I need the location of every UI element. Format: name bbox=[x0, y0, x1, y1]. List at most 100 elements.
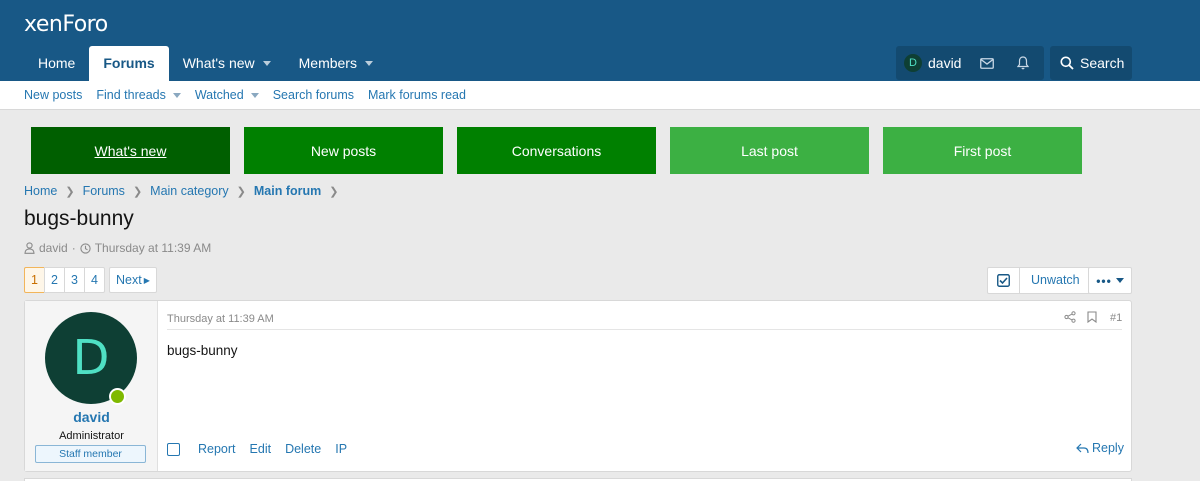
subnav-watched[interactable]: Watched bbox=[195, 88, 259, 102]
nav-tab-home[interactable]: Home bbox=[24, 46, 89, 81]
chevron-right-icon: ❯ bbox=[236, 185, 246, 198]
user-icon bbox=[24, 242, 35, 254]
alerts-button[interactable] bbox=[1005, 46, 1041, 80]
whats-new-button[interactable]: What's new bbox=[31, 127, 230, 174]
bookmark-icon[interactable] bbox=[1087, 311, 1097, 323]
page-4[interactable]: 4 bbox=[84, 267, 105, 293]
conversations-button[interactable]: Conversations bbox=[457, 127, 656, 174]
site-logo[interactable]: xenForo bbox=[24, 12, 108, 37]
page-3[interactable]: 3 bbox=[64, 267, 85, 293]
nav-tab-label: Members bbox=[298, 55, 357, 71]
search-label: Search bbox=[1080, 55, 1125, 71]
share-icon[interactable] bbox=[1064, 311, 1076, 323]
bell-icon bbox=[1017, 56, 1030, 70]
subnav-label: Mark forums read bbox=[368, 88, 466, 102]
reply-icon bbox=[1076, 443, 1089, 453]
button-label: New posts bbox=[310, 142, 377, 159]
chevron-down-icon bbox=[172, 92, 181, 98]
main-nav: Home Forums What's new Members bbox=[24, 46, 387, 81]
new-posts-button[interactable]: New posts bbox=[244, 127, 443, 174]
post-1: D david Administrator Staff member Thurs… bbox=[24, 300, 1132, 472]
nav-tab-forums[interactable]: Forums bbox=[89, 46, 169, 81]
staff-banner: Staff member bbox=[35, 445, 146, 463]
chevron-down-icon bbox=[250, 92, 259, 98]
watch-control: Unwatch bbox=[987, 267, 1092, 294]
post-date[interactable]: Thursday at 11:39 AM bbox=[167, 313, 274, 325]
subnav-label: Search forums bbox=[272, 88, 354, 102]
search-button[interactable]: Search bbox=[1050, 46, 1132, 80]
post-actions: Report Edit Delete IP bbox=[167, 442, 347, 456]
chevron-right-icon: ❯ bbox=[65, 185, 75, 198]
page-numbers: 1 2 3 4 bbox=[24, 267, 105, 293]
post-number[interactable]: #1 bbox=[1110, 312, 1122, 324]
account-username: david bbox=[928, 55, 962, 71]
clock-icon bbox=[80, 242, 91, 254]
subnav-label: Find threads bbox=[96, 88, 166, 102]
ellipsis-icon: ••• bbox=[1096, 273, 1112, 288]
thread-author[interactable]: david bbox=[39, 241, 68, 255]
delete-link[interactable]: Delete bbox=[285, 442, 321, 456]
reply-button[interactable]: Reply bbox=[1076, 441, 1124, 455]
post-content: Thursday at 11:39 AM #1 bugs-bunny Repor… bbox=[158, 301, 1131, 471]
user-title: Administrator bbox=[59, 430, 124, 442]
chevron-down-icon bbox=[1115, 278, 1124, 283]
subnav-mark-forums-read[interactable]: Mark forums read bbox=[368, 88, 466, 102]
watch-checkbox[interactable] bbox=[988, 268, 1020, 293]
chevron-down-icon[interactable] bbox=[262, 61, 271, 66]
nav-tab-members[interactable]: Members bbox=[285, 46, 387, 81]
unwatch-button[interactable]: Unwatch bbox=[1020, 268, 1091, 293]
post-user-info: D david Administrator Staff member bbox=[25, 301, 158, 471]
subnav-new-posts[interactable]: New posts bbox=[24, 88, 82, 102]
checkbox-checked-icon bbox=[997, 274, 1010, 287]
meta-separator: · bbox=[71, 241, 76, 255]
report-link[interactable]: Report bbox=[198, 442, 236, 456]
logo-text: xenForo bbox=[24, 12, 108, 37]
quick-links: What's new New posts Conversations Last … bbox=[31, 127, 1082, 174]
next-label: Next bbox=[116, 273, 142, 287]
sub-nav: New posts Find threads Watched Search fo… bbox=[0, 81, 1200, 110]
online-status-icon bbox=[109, 388, 126, 405]
page-title: bugs-bunny bbox=[24, 207, 134, 230]
chevron-right-icon: ❯ bbox=[329, 185, 339, 198]
breadcrumb-home[interactable]: Home bbox=[24, 184, 57, 198]
page-1[interactable]: 1 bbox=[24, 267, 45, 293]
envelope-icon bbox=[980, 57, 995, 69]
next-page-button[interactable]: Next ▶ bbox=[109, 267, 157, 293]
caret-right-icon: ▶ bbox=[143, 275, 150, 285]
nav-tab-label: Forums bbox=[103, 55, 155, 71]
post-username[interactable]: david bbox=[25, 409, 158, 425]
thread-date[interactable]: Thursday at 11:39 AM bbox=[95, 241, 212, 255]
ip-link[interactable]: IP bbox=[335, 442, 347, 456]
account-link[interactable]: D david bbox=[896, 46, 969, 80]
post-body: bugs-bunny bbox=[167, 343, 238, 358]
search-icon bbox=[1060, 56, 1074, 70]
subnav-search-forums[interactable]: Search forums bbox=[273, 88, 354, 102]
nav-tab-label: What's new bbox=[182, 55, 255, 71]
more-options-button[interactable]: ••• bbox=[1088, 267, 1132, 294]
select-post-checkbox[interactable] bbox=[167, 442, 180, 456]
breadcrumb-forums[interactable]: Forums bbox=[83, 184, 125, 198]
button-label: Last post bbox=[741, 142, 798, 159]
subnav-find-threads[interactable]: Find threads bbox=[96, 88, 181, 102]
inbox-button[interactable] bbox=[969, 46, 1005, 80]
pagination: 1 2 3 4 Next ▶ bbox=[24, 267, 157, 293]
chevron-right-icon: ❯ bbox=[132, 185, 143, 198]
chevron-down-icon[interactable] bbox=[364, 61, 373, 66]
last-post-button[interactable]: Last post bbox=[670, 127, 869, 174]
breadcrumb-main-category[interactable]: Main category bbox=[150, 184, 229, 198]
subnav-label: Watched bbox=[194, 88, 244, 102]
breadcrumb-main-forum[interactable]: Main forum bbox=[254, 184, 321, 198]
nav-tab-whats-new[interactable]: What's new bbox=[169, 46, 285, 81]
post-divider bbox=[167, 329, 1122, 330]
user-nav: D david bbox=[896, 46, 1044, 80]
first-post-button[interactable]: First post bbox=[883, 127, 1082, 174]
breadcrumb: Home ❯ Forums ❯ Main category ❯ Main for… bbox=[24, 184, 338, 198]
page-2[interactable]: 2 bbox=[44, 267, 65, 293]
button-label: What's new bbox=[94, 142, 167, 159]
reply-label: Reply bbox=[1092, 441, 1124, 455]
nav-tab-label: Home bbox=[38, 55, 76, 71]
button-label: First post bbox=[953, 142, 1012, 159]
avatar: D bbox=[904, 54, 922, 72]
edit-link[interactable]: Edit bbox=[250, 442, 272, 456]
site-header: xenForo Home Forums What's new Members D… bbox=[0, 0, 1200, 81]
